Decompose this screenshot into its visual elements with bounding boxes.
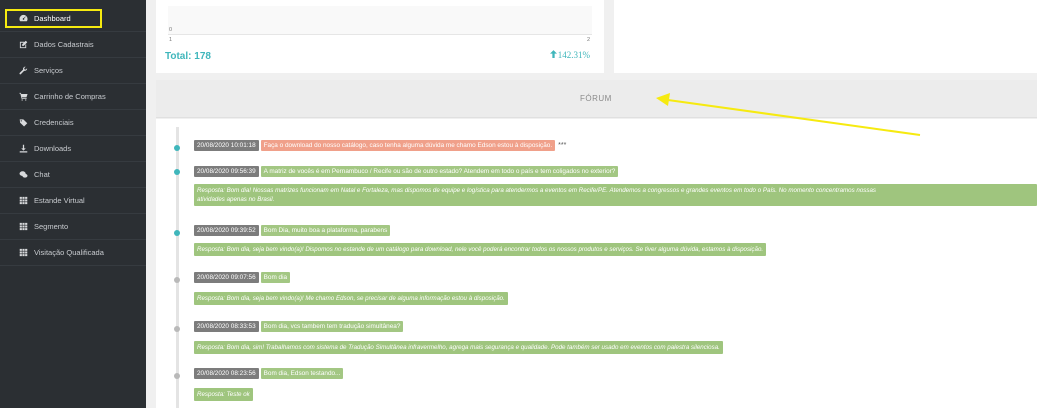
summary-panel-right bbox=[614, 0, 1037, 73]
timeline-dot bbox=[174, 145, 180, 151]
sidebar-item-servicos[interactable]: Serviços bbox=[0, 58, 146, 84]
sidebar-item-label: Segmento bbox=[34, 222, 69, 231]
message-timestamp: 20/08/2020 09:39:52 bbox=[194, 225, 259, 236]
grid-icon bbox=[18, 196, 28, 205]
message-answer: Resposta: Bom dia! Nossas matrizes funci… bbox=[194, 184, 1037, 206]
chart-baseline bbox=[168, 34, 592, 35]
message-answer: Resposta: Teste ok bbox=[194, 388, 253, 401]
message-question: Bom dia, Edson testando... bbox=[260, 368, 344, 379]
message-answer: Resposta: Bom dia, seja bem vindo(a)! Me… bbox=[194, 292, 508, 305]
growth-percent: 142.31% bbox=[549, 50, 590, 60]
chart-tick-y: 0 bbox=[169, 27, 173, 33]
sidebar-item-label: Carrinho de Compras bbox=[34, 92, 106, 101]
sidebar-item-downloads[interactable]: Downloads bbox=[0, 136, 146, 162]
message-question: Bom Dia, muito boa a plataforma, paraben… bbox=[260, 225, 391, 236]
chat-icon bbox=[18, 170, 28, 179]
cart-icon bbox=[18, 92, 28, 101]
message-timestamp: 20/08/2020 08:33:53 bbox=[194, 321, 259, 332]
message-timestamp: 20/08/2020 09:56:39 bbox=[194, 166, 259, 177]
message-question: Bom dia, vcs tambem tem tradução simultâ… bbox=[260, 321, 404, 332]
chart-tick-x1: 1 bbox=[169, 37, 173, 43]
sidebar-item-label: Credenciais bbox=[34, 118, 74, 127]
timeline-dot bbox=[174, 373, 180, 379]
sidebar-item-label: Chat bbox=[34, 170, 50, 179]
message-timestamp: 20/08/2020 09:07:56 bbox=[194, 272, 259, 283]
forum-header: FÓRUM bbox=[156, 80, 1037, 118]
sidebar-item-segmento[interactable]: Segmento bbox=[0, 214, 146, 240]
message-timestamp: 20/08/2020 10:01:18 bbox=[194, 140, 259, 151]
arrow-up-icon bbox=[549, 50, 558, 60]
timeline-dot bbox=[174, 230, 180, 236]
annotation-highlight-box bbox=[5, 9, 102, 28]
sidebar-item-visitacao-qualificada[interactable]: Visitação Qualificada bbox=[0, 240, 146, 266]
sidebar-item-chat[interactable]: Chat bbox=[0, 162, 146, 188]
download-icon bbox=[18, 144, 28, 153]
sidebar-item-label: Downloads bbox=[34, 144, 72, 153]
sidebar-item-label: Estande Virtual bbox=[34, 196, 85, 205]
message-answer: Resposta: Bom dia, seja bem vindo(a)! Di… bbox=[194, 243, 767, 256]
timeline-dot bbox=[174, 277, 180, 283]
sidebar-item-dados-cadastrais[interactable]: Dados Cadastrais bbox=[0, 32, 146, 58]
sidebar-item-label: Serviços bbox=[34, 66, 63, 75]
edit-icon bbox=[18, 40, 28, 49]
total-count: Total: 178 bbox=[165, 51, 211, 62]
message-question: Faça o download do nosso catálogo, caso … bbox=[260, 140, 556, 151]
forum-message[interactable]: 20/08/2020 10:01:18 Faça o download do n… bbox=[194, 140, 566, 151]
forum-timeline: 20/08/2020 10:01:18 Faça o download do n… bbox=[156, 119, 1037, 408]
forum-message[interactable]: 20/08/2020 08:33:53 Bom dia, vcs tambem … bbox=[194, 321, 404, 332]
wrench-icon bbox=[18, 66, 28, 75]
forum-message[interactable]: 20/08/2020 09:39:52 Bom Dia, muito boa a… bbox=[194, 225, 391, 236]
sidebar: Dashboard Dados Cadastrais Serviços Carr… bbox=[0, 0, 146, 408]
forum-message[interactable]: 20/08/2020 09:56:39 A matriz de vocês é … bbox=[194, 166, 619, 177]
message-extra: *** bbox=[558, 142, 567, 149]
tag-icon bbox=[18, 118, 28, 127]
message-answer: Resposta: Bom dia, sim! Trabalhamos com … bbox=[194, 341, 723, 354]
sidebar-item-estande-virtual[interactable]: Estande Virtual bbox=[0, 188, 146, 214]
message-question: Bom dia bbox=[260, 272, 291, 283]
forum-title: FÓRUM bbox=[580, 94, 612, 103]
forum-message[interactable]: 20/08/2020 08:23:56 Bom dia, Edson testa… bbox=[194, 368, 344, 379]
summary-panel: 0 1 2 Total: 178 142.31% bbox=[156, 0, 604, 73]
answer-line: atividades apenas no Brasil. bbox=[197, 196, 275, 203]
mini-chart bbox=[168, 6, 592, 34]
growth-percent-value: 142.31% bbox=[557, 50, 590, 60]
forum-message[interactable]: 20/08/2020 09:07:56 Bom dia bbox=[194, 272, 291, 283]
answer-line: Resposta: Bom dia! Nossas matrizes funci… bbox=[197, 187, 877, 194]
timeline-dot bbox=[174, 169, 180, 175]
chart-tick-x2: 2 bbox=[587, 37, 591, 43]
sidebar-item-credenciais[interactable]: Credenciais bbox=[0, 110, 146, 136]
grid-icon bbox=[18, 248, 28, 257]
sidebar-item-carrinho-de-compras[interactable]: Carrinho de Compras bbox=[0, 84, 146, 110]
sidebar-item-label: Dados Cadastrais bbox=[34, 40, 94, 49]
message-question: A matriz de vocês é em Pernambuco / Reci… bbox=[260, 166, 619, 177]
message-timestamp: 20/08/2020 08:23:56 bbox=[194, 368, 259, 379]
timeline-dot bbox=[174, 326, 180, 332]
grid-icon bbox=[18, 222, 28, 231]
sidebar-item-label: Visitação Qualificada bbox=[34, 248, 104, 257]
